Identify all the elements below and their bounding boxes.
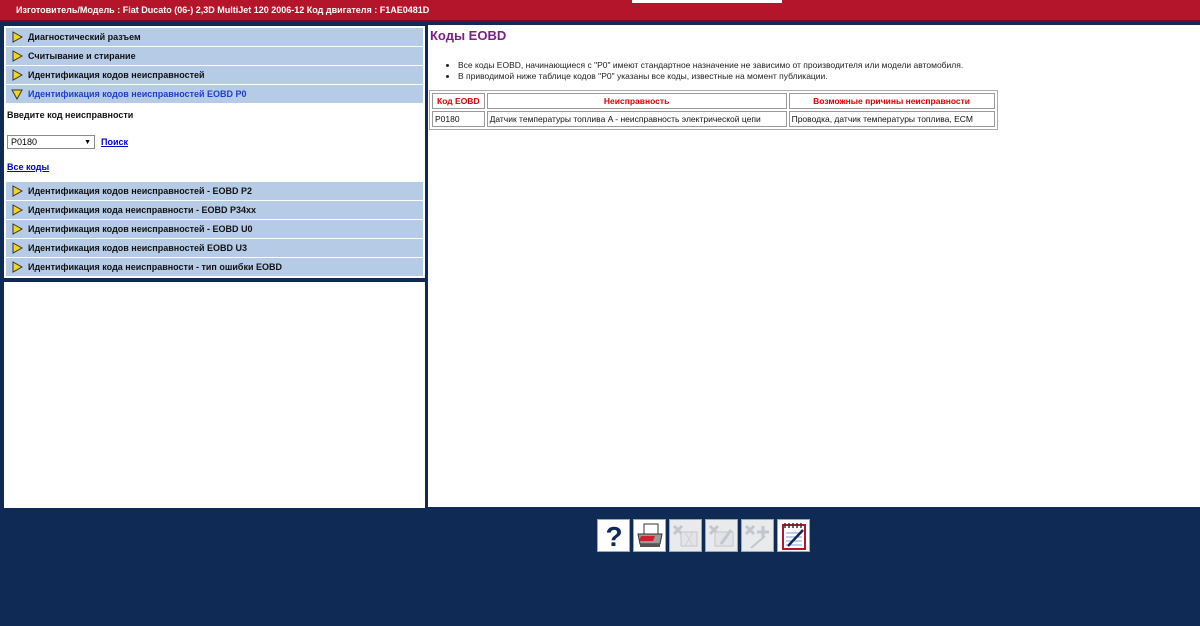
menu-item-label: Идентификация кодов неисправностей - EOB… — [28, 186, 253, 196]
info-list: Все коды EOBD, начинающиеся с "P0" имеют… — [446, 60, 1200, 81]
edit-button[interactable] — [705, 519, 738, 552]
all-codes-link[interactable]: Все коды — [7, 162, 425, 176]
arrow-icon — [10, 31, 24, 43]
left-navigation-panel: Диагностический разъем Считывание и стир… — [3, 25, 426, 279]
help-icon: ? — [605, 522, 622, 550]
column-header-causes: Возможные причины неисправности — [788, 93, 995, 109]
delete-button[interactable] — [669, 519, 702, 552]
arrow-icon — [10, 242, 24, 254]
print-icon — [636, 523, 663, 547]
table-cell-code: P0180 — [432, 111, 485, 127]
table-header-row: Код EOBD Неисправность Возможные причины… — [432, 93, 995, 109]
header-bar: Изготовитель/Модель : Fiat Ducato (06-) … — [0, 0, 1200, 22]
table-cell-fault: Датчик температуры топлива A - неисправн… — [486, 111, 787, 127]
search-row: P0180 ▼ Поиск — [7, 134, 425, 150]
enter-code-label: Введите код неисправности — [7, 110, 134, 120]
menu-item-label: Идентификация кодов неисправностей - EOB… — [28, 224, 253, 234]
svg-text:?: ? — [605, 522, 622, 550]
column-header-code: Код EOBD — [432, 93, 485, 109]
menu-item-eobd-error-type[interactable]: Идентификация кода неисправности - тип о… — [6, 258, 423, 276]
code-select[interactable]: P0180 ▼ — [7, 135, 95, 149]
chevron-down-icon: ▼ — [84, 138, 91, 146]
column-header-fault: Неисправность — [486, 93, 787, 109]
menu-item-label: Диагностический разъем — [28, 32, 141, 42]
arrow-down-icon — [10, 88, 24, 100]
menu-item-label: Считывание и стирание — [28, 51, 136, 61]
menu-item-label: Идентификация кода неисправности - EOBD … — [28, 205, 257, 215]
arrow-icon — [10, 50, 24, 62]
menu-item-eobd-p2[interactable]: Идентификация кодов неисправностей - EOB… — [6, 182, 423, 200]
edit-disabled-icon — [708, 524, 733, 546]
arrow-icon — [10, 223, 24, 235]
menu-item-label: Идентификация кода неисправности - тип о… — [28, 262, 282, 272]
vehicle-title: Изготовитель/Модель : Fiat Ducato (06-) … — [16, 5, 430, 15]
left-empty-panel — [3, 281, 426, 509]
add-button[interactable] — [741, 519, 774, 552]
code-select-value: P0180 — [11, 137, 38, 147]
arrow-icon — [10, 185, 24, 197]
notepad-icon — [781, 522, 806, 550]
help-button[interactable]: ? — [597, 519, 630, 552]
menu-item-eobd-u3[interactable]: Идентификация кодов неисправностей EOBD … — [6, 239, 423, 257]
delete-disabled-icon — [672, 524, 697, 546]
bottom-toolbar: ? — [597, 519, 810, 552]
list-item: В приводимой ниже таблице кодов "P0" ука… — [458, 71, 1200, 81]
print-button[interactable] — [633, 519, 666, 552]
menu-item-read-erase[interactable]: Считывание и стирание — [6, 47, 423, 65]
notepad-button[interactable] — [777, 519, 810, 552]
table-row: P0180 Датчик температуры топлива A - неи… — [432, 111, 995, 127]
menu-item-label: Идентификация кодов неисправностей EOBD … — [28, 89, 247, 99]
page-title: Коды EOBD — [430, 28, 507, 43]
menu-item-diagnostic-connector[interactable]: Диагностический разъем — [6, 28, 423, 46]
arrow-icon — [10, 261, 24, 273]
add-disabled-icon — [744, 524, 769, 549]
search-link[interactable]: Поиск — [101, 137, 128, 147]
arrow-icon — [10, 204, 24, 216]
content-panel: Коды EOBD Все коды EOBD, начинающиеся с … — [427, 25, 1200, 507]
menu-item-label: Идентификация кодов неисправностей EOBD … — [28, 243, 248, 253]
header-tab-notch — [632, 0, 782, 3]
menu-item-eobd-p0[interactable]: Идентификация кодов неисправностей EOBD … — [6, 85, 423, 103]
arrow-icon — [10, 69, 24, 81]
fault-code-table: Код EOBD Неисправность Возможные причины… — [429, 90, 998, 130]
menu-item-fault-code-id[interactable]: Идентификация кодов неисправностей — [6, 66, 423, 84]
list-item: Все коды EOBD, начинающиеся с "P0" имеют… — [458, 60, 1200, 70]
table-cell-causes: Проводка, датчик температуры топлива, EC… — [788, 111, 995, 127]
menu-item-label: Идентификация кодов неисправностей — [28, 70, 205, 80]
menu-item-eobd-u0[interactable]: Идентификация кодов неисправностей - EOB… — [6, 220, 423, 238]
menu-item-eobd-p34xx[interactable]: Идентификация кода неисправности - EOBD … — [6, 201, 423, 219]
